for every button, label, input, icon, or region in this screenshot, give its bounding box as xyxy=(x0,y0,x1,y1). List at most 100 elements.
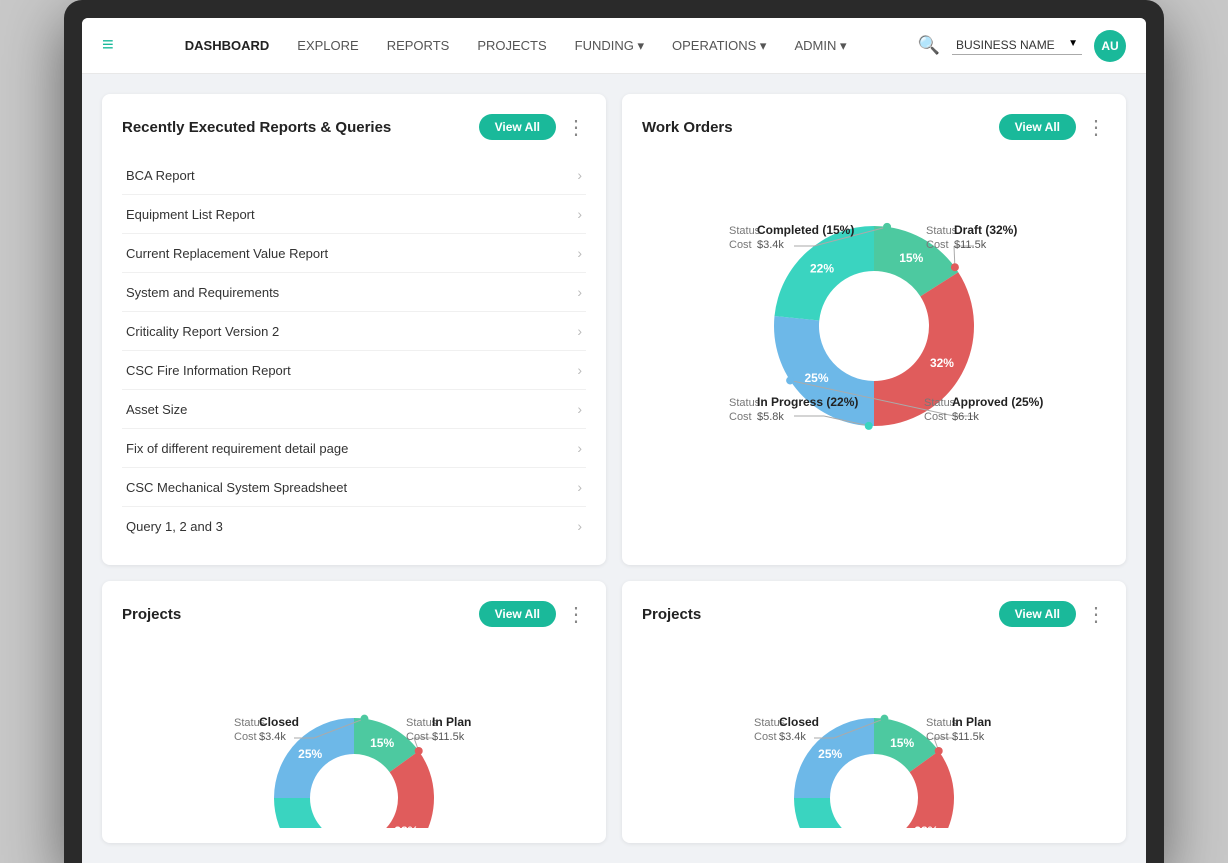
svg-text:Status: Status xyxy=(729,397,761,409)
nav-link-funding[interactable]: FUNDING ▾ xyxy=(575,38,644,54)
svg-text:Cost: Cost xyxy=(729,411,752,423)
avatar: AU xyxy=(1094,30,1126,62)
work-orders-title: Work Orders xyxy=(642,119,733,136)
nav-link-dashboard[interactable]: DASHBOARD xyxy=(185,38,270,53)
projects-right-view-all-button[interactable]: View All xyxy=(999,601,1076,627)
svg-text:Draft (32%): Draft (32%) xyxy=(954,223,1017,237)
business-name-select[interactable]: BUSINESS NAME xyxy=(952,36,1082,55)
svg-text:Status: Status xyxy=(924,397,956,409)
svg-text:38%: 38% xyxy=(914,824,938,828)
report-item[interactable]: Fix of different requirement detail page… xyxy=(122,429,586,468)
work-orders-card: Work Orders View All ⋮ 15%32%25%22%Statu… xyxy=(622,94,1126,565)
hamburger-icon[interactable]: ≡ xyxy=(102,34,114,57)
report-item[interactable]: Query 1, 2 and 3 › xyxy=(122,507,586,545)
projects-right-more-icon[interactable]: ⋮ xyxy=(1086,602,1106,627)
report-item[interactable]: CSC Mechanical System Spreadsheet › xyxy=(122,468,586,507)
report-item[interactable]: System and Requirements › xyxy=(122,273,586,312)
nav-link-admin[interactable]: ADMIN ▾ xyxy=(794,38,846,54)
chevron-right-icon: › xyxy=(577,401,582,417)
chevron-right-icon: › xyxy=(577,518,582,534)
svg-text:32%: 32% xyxy=(930,356,954,370)
svg-text:Completed (15%): Completed (15%) xyxy=(757,223,854,237)
report-item-label: Criticality Report Version 2 xyxy=(126,324,279,339)
svg-text:15%: 15% xyxy=(890,736,914,750)
report-item-label: Query 1, 2 and 3 xyxy=(126,519,223,534)
svg-text:$3.4k: $3.4k xyxy=(779,731,806,743)
report-item-label: Asset Size xyxy=(126,402,187,417)
reports-card-header: Recently Executed Reports & Queries View… xyxy=(122,114,586,140)
svg-text:$5.8k: $5.8k xyxy=(757,411,784,423)
svg-text:15%: 15% xyxy=(899,251,923,265)
main-content: Recently Executed Reports & Queries View… xyxy=(82,74,1146,863)
svg-text:Cost: Cost xyxy=(406,731,429,743)
svg-text:$11.5k: $11.5k xyxy=(952,731,985,743)
svg-text:$11.5k: $11.5k xyxy=(432,731,465,743)
svg-text:22%: 22% xyxy=(810,262,834,276)
svg-text:Cost: Cost xyxy=(926,731,949,743)
svg-text:In Plan: In Plan xyxy=(432,715,471,729)
chevron-right-icon: › xyxy=(577,206,582,222)
report-item[interactable]: Current Replacement Value Report › xyxy=(122,234,586,273)
svg-text:25%: 25% xyxy=(298,747,322,761)
report-item-label: Current Replacement Value Report xyxy=(126,246,328,261)
chevron-right-icon: › xyxy=(577,245,582,261)
reports-more-icon[interactable]: ⋮ xyxy=(566,115,586,140)
svg-text:15%: 15% xyxy=(370,736,394,750)
svg-text:25%: 25% xyxy=(818,747,842,761)
reports-card: Recently Executed Reports & Queries View… xyxy=(102,94,606,565)
svg-text:Status: Status xyxy=(926,225,958,237)
report-item[interactable]: CSC Fire Information Report › xyxy=(122,351,586,390)
report-item[interactable]: Asset Size › xyxy=(122,390,586,429)
report-list: BCA Report›Equipment List Report›Current… xyxy=(122,156,586,545)
work-orders-header: Work Orders View All ⋮ xyxy=(642,114,1106,140)
nav-link-operations[interactable]: OPERATIONS ▾ xyxy=(672,38,766,54)
laptop-screen: ≡ DASHBOARD EXPLORE REPORTS PROJECTS FUNDING… xyxy=(82,18,1146,863)
svg-text:Cost: Cost xyxy=(234,731,257,743)
svg-text:Cost: Cost xyxy=(754,731,777,743)
svg-text:38%: 38% xyxy=(394,824,418,828)
chevron-right-icon: › xyxy=(577,479,582,495)
report-item-label: Fix of different requirement detail page xyxy=(126,441,348,456)
report-item[interactable]: Criticality Report Version 2 › xyxy=(122,312,586,351)
svg-text:In Plan: In Plan xyxy=(952,715,991,729)
report-item[interactable]: Equipment List Report › xyxy=(122,195,586,234)
svg-text:Status: Status xyxy=(729,225,761,237)
svg-text:$3.4k: $3.4k xyxy=(757,239,784,251)
report-item[interactable]: BCA Report › xyxy=(122,156,586,195)
nav-link-projects[interactable]: PROJECTS xyxy=(477,38,546,53)
reports-view-all-button[interactable]: View All xyxy=(479,114,556,140)
report-item-label: BCA Report xyxy=(126,168,195,183)
report-item-label: CSC Mechanical System Spreadsheet xyxy=(126,480,347,495)
report-item-label: CSC Fire Information Report xyxy=(126,363,291,378)
chevron-right-icon: › xyxy=(577,167,582,183)
chevron-right-icon: › xyxy=(577,284,582,300)
report-item-label: Equipment List Report xyxy=(126,207,255,222)
work-orders-view-all-button[interactable]: View All xyxy=(999,114,1076,140)
projects-left-title: Projects xyxy=(122,606,181,623)
nav-link-explore[interactable]: EXPLORE xyxy=(297,38,358,53)
navbar: ≡ DASHBOARD EXPLORE REPORTS PROJECTS FUNDING… xyxy=(82,18,1146,74)
nav-right: 🔍 BUSINESS NAME ▼ AU xyxy=(918,30,1126,62)
work-orders-more-icon[interactable]: ⋮ xyxy=(1086,115,1106,140)
projects-left-chart: 15%38%22%25%StatusClosedCost$3.4kStatusI… xyxy=(122,643,586,823)
reports-title: Recently Executed Reports & Queries xyxy=(122,119,391,136)
projects-left-header-right: View All ⋮ xyxy=(479,601,586,627)
reports-header-right: View All ⋮ xyxy=(479,114,586,140)
projects-left-more-icon[interactable]: ⋮ xyxy=(566,602,586,627)
svg-text:Cost: Cost xyxy=(729,239,752,251)
svg-text:Closed: Closed xyxy=(779,715,819,729)
nav-link-reports[interactable]: REPORTS xyxy=(387,38,450,53)
projects-left-view-all-button[interactable]: View All xyxy=(479,601,556,627)
projects-left-header: Projects View All ⋮ xyxy=(122,601,586,627)
work-orders-header-right: View All ⋮ xyxy=(999,114,1106,140)
laptop-frame: ≡ DASHBOARD EXPLORE REPORTS PROJECTS FUNDING… xyxy=(64,0,1164,863)
projects-right-header-right: View All ⋮ xyxy=(999,601,1106,627)
search-icon[interactable]: 🔍 xyxy=(918,35,940,56)
svg-text:$11.5k: $11.5k xyxy=(954,239,987,251)
svg-text:Cost: Cost xyxy=(924,411,947,423)
chevron-right-icon: › xyxy=(577,362,582,378)
projects-right-card: Projects View All ⋮ 15%38%22%25%StatusCl… xyxy=(622,581,1126,843)
chevron-right-icon: › xyxy=(577,323,582,339)
report-item-label: System and Requirements xyxy=(126,285,279,300)
projects-right-chart: 15%38%22%25%StatusClosedCost$3.4kStatusI… xyxy=(642,643,1106,823)
